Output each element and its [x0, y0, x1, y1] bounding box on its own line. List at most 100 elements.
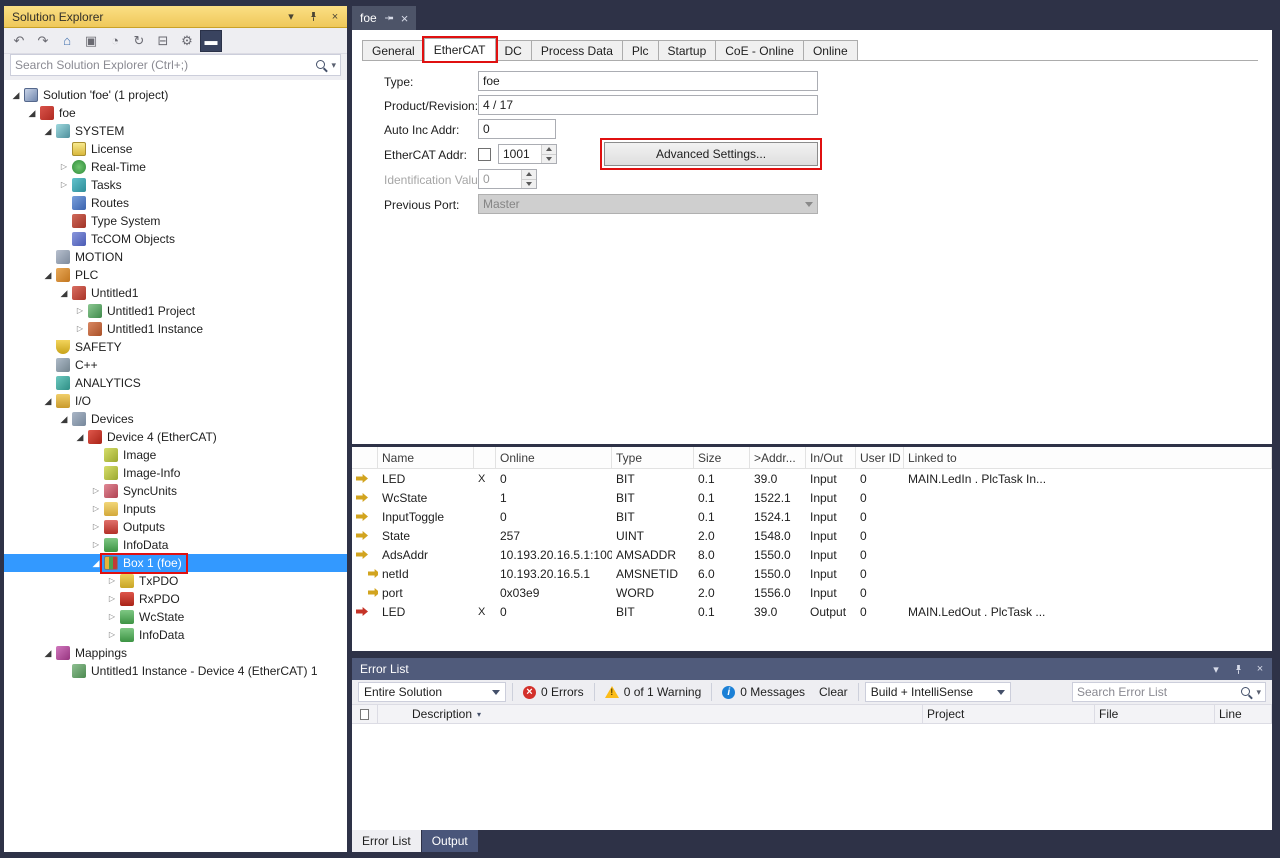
column-header-description[interactable]: Description ▾ [378, 705, 923, 723]
column-header-addr[interactable]: >Addr... [750, 447, 806, 468]
tree-item[interactable]: Tasks [4, 176, 347, 194]
window-position-icon[interactable]: ▾ [283, 9, 299, 25]
expander-icon[interactable] [106, 626, 118, 644]
device-dialog-tab[interactable]: General [362, 40, 425, 60]
expander-icon[interactable] [74, 302, 86, 320]
tree-item[interactable]: InfoData [4, 536, 347, 554]
spin-up-button[interactable] [522, 170, 536, 180]
tree-item[interactable]: Routes [4, 194, 347, 212]
tree-item[interactable]: Box 1 (foe) [4, 554, 347, 572]
advanced-settings-button[interactable]: Advanced Settings... [604, 142, 818, 166]
tree-item[interactable]: Devices [4, 410, 347, 428]
build-intellisense-select[interactable]: Build + IntelliSense [865, 682, 1011, 702]
tree-item[interactable]: TcCOM Objects [4, 230, 347, 248]
tree-item[interactable]: Outputs [4, 518, 347, 536]
expander-icon[interactable] [90, 536, 102, 554]
expander-icon[interactable] [58, 284, 70, 303]
variable-row[interactable]: LED X 0 BIT 0.1 39.0 Input 0 MAIN.LedIn … [352, 469, 1272, 488]
search-icon[interactable] [1240, 686, 1253, 699]
clear-button[interactable]: Clear [815, 683, 852, 701]
tree-item[interactable]: Real-Time [4, 158, 347, 176]
column-header-online[interactable]: Online [496, 447, 612, 468]
expander-icon[interactable] [90, 500, 102, 518]
home-button[interactable]: ⌂ [56, 30, 78, 52]
chevron-down-icon[interactable]: ▾ [331, 60, 336, 71]
tree-item[interactable]: InfoData [4, 626, 347, 644]
tree-item[interactable]: Untitled1 Instance - Device 4 (EtherCAT)… [4, 662, 347, 680]
error-search-input[interactable] [1077, 685, 1240, 699]
tree-item[interactable]: Untitled1 Instance [4, 320, 347, 338]
pending-changes-button[interactable]: ◔ [104, 30, 126, 52]
product-revision-input[interactable] [478, 95, 818, 115]
tree-item[interactable]: Image-Info [4, 464, 347, 482]
pin-icon[interactable] [1230, 661, 1246, 677]
device-dialog-tab[interactable]: EtherCAT [424, 38, 496, 61]
tree-item[interactable]: SyncUnits [4, 482, 347, 500]
tree-item[interactable]: I/O [4, 392, 347, 410]
column-header-project[interactable]: Project [923, 705, 1095, 723]
refresh-button[interactable]: ↻ [128, 30, 150, 52]
messages-filter-button[interactable]: 0 Messages [718, 683, 809, 701]
variable-row[interactable]: InputToggle 0 BIT 0.1 1524.1 Input 0 [352, 507, 1272, 526]
back-button[interactable]: ↶ [8, 30, 30, 52]
ethercat-addr-input[interactable] [499, 145, 541, 163]
variable-row[interactable]: netId 10.193.20.16.5.1 AMSNETID 6.0 1550… [352, 564, 1272, 583]
tree-item[interactable]: SYSTEM [4, 122, 347, 140]
tree-item[interactable]: TxPDO [4, 572, 347, 590]
expander-icon[interactable] [106, 590, 118, 608]
expander-icon[interactable] [10, 86, 22, 105]
column-header-size[interactable]: Size [694, 447, 750, 468]
switch-views-button[interactable]: ▣ [80, 30, 102, 52]
tree-item[interactable]: SAFETY [4, 338, 347, 356]
search-icon[interactable] [315, 59, 328, 72]
collapse-all-button[interactable]: ⊟ [152, 30, 174, 52]
expander-icon[interactable] [106, 608, 118, 626]
tree-item[interactable]: C++ [4, 356, 347, 374]
device-dialog-tab[interactable]: Online [803, 40, 858, 60]
ethercat-addr-checkbox[interactable] [478, 148, 491, 161]
tree-item[interactable]: ANALYTICS [4, 374, 347, 392]
type-input[interactable] [478, 71, 818, 91]
scope-select[interactable]: Entire Solution [358, 682, 506, 702]
expander-icon[interactable] [42, 644, 54, 663]
expander-icon[interactable] [90, 554, 102, 573]
device-dialog-tab[interactable]: Plc [622, 40, 659, 60]
close-icon[interactable]: × [1252, 661, 1268, 677]
pin-icon[interactable] [305, 9, 321, 25]
variable-row[interactable]: State 257 UINT 2.0 1548.0 Input 0 [352, 526, 1272, 545]
search-input[interactable] [15, 58, 315, 72]
forward-button[interactable]: ↷ [32, 30, 54, 52]
tree-item[interactable]: Untitled1 [4, 284, 347, 302]
chevron-down-icon[interactable]: ▾ [1256, 687, 1261, 698]
close-icon[interactable]: × [401, 12, 409, 25]
tree-item[interactable]: Untitled1 Project [4, 302, 347, 320]
expander-icon[interactable] [58, 410, 70, 429]
auto-inc-addr-input[interactable] [478, 119, 556, 139]
device-dialog-tab[interactable]: Startup [658, 40, 717, 60]
tree-item[interactable]: PLC [4, 266, 347, 284]
column-header-line[interactable]: Line [1215, 705, 1272, 723]
tab-error-list[interactable]: Error List [352, 830, 421, 852]
expander-icon[interactable] [106, 572, 118, 590]
variable-row[interactable]: AdsAddr 10.193.20.16.5.1:1001 AMSADDR 8.… [352, 545, 1272, 564]
tree-item[interactable]: foe [4, 104, 347, 122]
variable-row[interactable]: LED X 0 BIT 0.1 39.0 Output 0 MAIN.LedOu… [352, 602, 1272, 621]
column-header-name[interactable]: Name [378, 447, 474, 468]
spin-down-button[interactable] [522, 180, 536, 189]
errors-filter-button[interactable]: 0 Errors [519, 683, 588, 701]
tree-item[interactable]: Type System [4, 212, 347, 230]
spin-down-button[interactable] [542, 155, 556, 164]
expander-icon[interactable] [74, 428, 86, 447]
tree-item[interactable]: Device 4 (EtherCAT) [4, 428, 347, 446]
variable-row[interactable]: port 0x03e9 WORD 2.0 1556.0 Input 0 [352, 583, 1272, 602]
pin-icon[interactable] [384, 13, 394, 23]
warnings-filter-button[interactable]: 0 of 1 Warning [601, 683, 706, 701]
column-header-userid[interactable]: User ID [856, 447, 904, 468]
column-header-inout[interactable]: In/Out [806, 447, 856, 468]
expander-icon[interactable] [58, 158, 70, 176]
expander-icon[interactable] [90, 518, 102, 536]
device-dialog-tab[interactable]: CoE - Online [715, 40, 804, 60]
close-icon[interactable]: × [327, 9, 343, 25]
column-header-type[interactable]: Type [612, 447, 694, 468]
document-tab-foe[interactable]: foe × [352, 6, 416, 30]
